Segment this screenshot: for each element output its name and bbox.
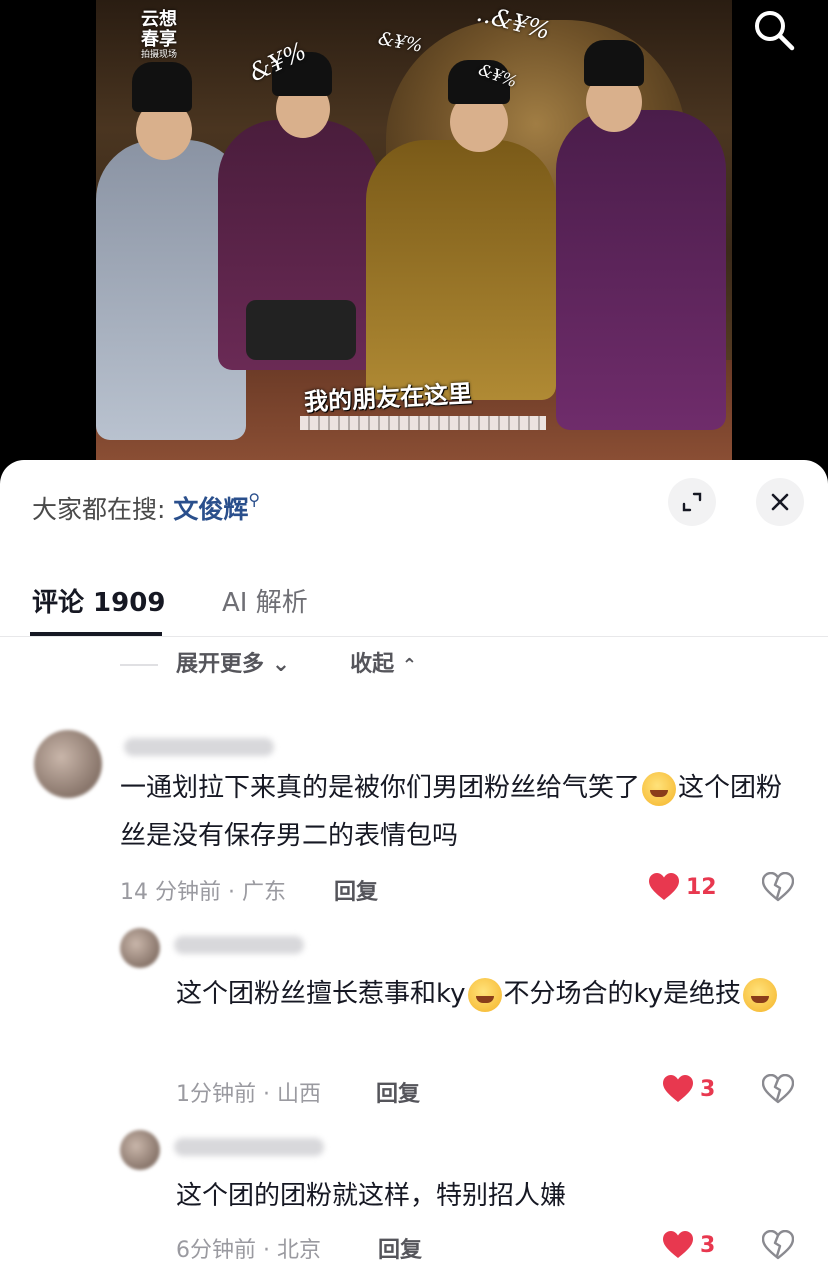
hot-search-prefix: 大家都在搜:	[32, 495, 166, 524]
chevron-up-icon: ⌃	[401, 655, 417, 676]
broken-heart-icon	[761, 1229, 795, 1260]
active-tab-underline	[30, 632, 162, 636]
expand-more-button[interactable]: 展开更多 ⌄	[176, 652, 290, 677]
avatar[interactable]	[34, 730, 102, 798]
like-button[interactable]: 3	[662, 1230, 715, 1260]
comment-time-location: 1分钟前 · 山西	[176, 1082, 321, 1107]
collapse-label: 收起	[350, 652, 395, 677]
broken-heart-icon	[761, 1073, 795, 1104]
heart-icon	[649, 873, 679, 900]
broken-heart-icon	[761, 871, 795, 902]
search-icon[interactable]	[752, 8, 796, 52]
video-player[interactable]: 云想春享 拍摄现场 &¥% &¥% ..&¥% &¥% 我的朋友在这里	[0, 0, 828, 470]
tab-ai-analysis[interactable]: AI 解析	[222, 582, 308, 619]
avatar[interactable]	[120, 928, 160, 968]
heart-icon	[663, 1075, 693, 1102]
heart-icon	[663, 1231, 693, 1258]
avatar[interactable]	[120, 1130, 160, 1170]
subtitle-ornament	[300, 416, 546, 430]
username-blurred[interactable]	[124, 738, 274, 756]
hot-search-keyword[interactable]: 文俊辉	[173, 495, 248, 524]
grinning-sweat-face-icon	[467, 977, 502, 1012]
dislike-button[interactable]	[761, 1229, 795, 1262]
like-button[interactable]: 3	[662, 1074, 715, 1104]
comment-text: 这个团粉丝擅长惹事和ky 不分场合的ky是绝技	[176, 970, 796, 1018]
tab-comments[interactable]: 评论 1909	[32, 582, 165, 619]
like-count: 3	[700, 1076, 716, 1102]
comment-text-part: 这个团粉丝擅长惹事和ky	[176, 979, 466, 1009]
reply-expand-row: 展开更多 ⌄ 收起 ⌃	[120, 646, 477, 678]
figure-hat	[132, 62, 192, 112]
close-button[interactable]	[756, 478, 804, 526]
username-blurred[interactable]	[174, 1138, 324, 1156]
divider	[120, 664, 158, 666]
comment-text-part: 一通划拉下来真的是被你们男团粉丝给气笑了	[120, 773, 641, 803]
username-blurred[interactable]	[174, 936, 304, 954]
comment-text: 这个团的团粉就这样，特别招人嫌	[176, 1181, 567, 1211]
dislike-button[interactable]	[761, 1073, 795, 1106]
chevron-down-icon: ⌄	[271, 652, 291, 677]
woozy-face-icon	[642, 771, 677, 806]
figure-gold-robe	[366, 140, 556, 400]
figure-hat	[584, 40, 644, 86]
grinning-sweat-face-icon	[743, 977, 778, 1012]
expand-more-label: 展开更多	[176, 652, 265, 677]
expand-button[interactable]	[668, 478, 716, 526]
comment-time-location: 6分钟前 · 北京	[176, 1238, 321, 1263]
figure-violet-robe	[556, 110, 726, 430]
reply-button[interactable]: 回复	[334, 874, 378, 906]
comment-sheet: 大家都在搜: 文俊辉⚲ 评论 1909 AI 解析 展开更多 ⌄ 收起 ⌃ 一通划…	[0, 460, 828, 1283]
overlay-symbol: &¥%	[376, 28, 425, 57]
like-button[interactable]: 12	[648, 872, 717, 902]
figure-legs	[246, 300, 356, 360]
expand-icon	[682, 492, 702, 512]
comment-time-location: 14 分钟前 · 广东	[120, 880, 286, 905]
comment-text-part: 不分场合的ky是绝技	[503, 979, 742, 1009]
hot-search-bar[interactable]: 大家都在搜: 文俊辉⚲	[32, 490, 260, 526]
comment-text: 一通划拉下来真的是被你们男团粉丝给气笑了 这个团粉丝是没有保存男二的表情包吗	[120, 764, 790, 860]
video-watermark: 云想春享 拍摄现场	[136, 10, 182, 61]
close-icon	[771, 493, 789, 511]
video-frame[interactable]: 云想春享 拍摄现场 &¥% &¥% ..&¥% &¥% 我的朋友在这里	[96, 0, 732, 460]
watermark-sub: 拍摄现场	[140, 50, 177, 60]
collapse-button[interactable]: 收起 ⌃	[350, 652, 417, 677]
reply-button[interactable]: 回复	[376, 1076, 420, 1108]
search-icon: ⚲	[248, 490, 261, 509]
like-count: 3	[700, 1232, 716, 1258]
dislike-button[interactable]	[761, 871, 795, 904]
comment-tabs: 评论 1909 AI 解析	[0, 572, 828, 637]
like-count: 12	[686, 874, 717, 900]
reply-button[interactable]: 回复	[378, 1232, 422, 1264]
